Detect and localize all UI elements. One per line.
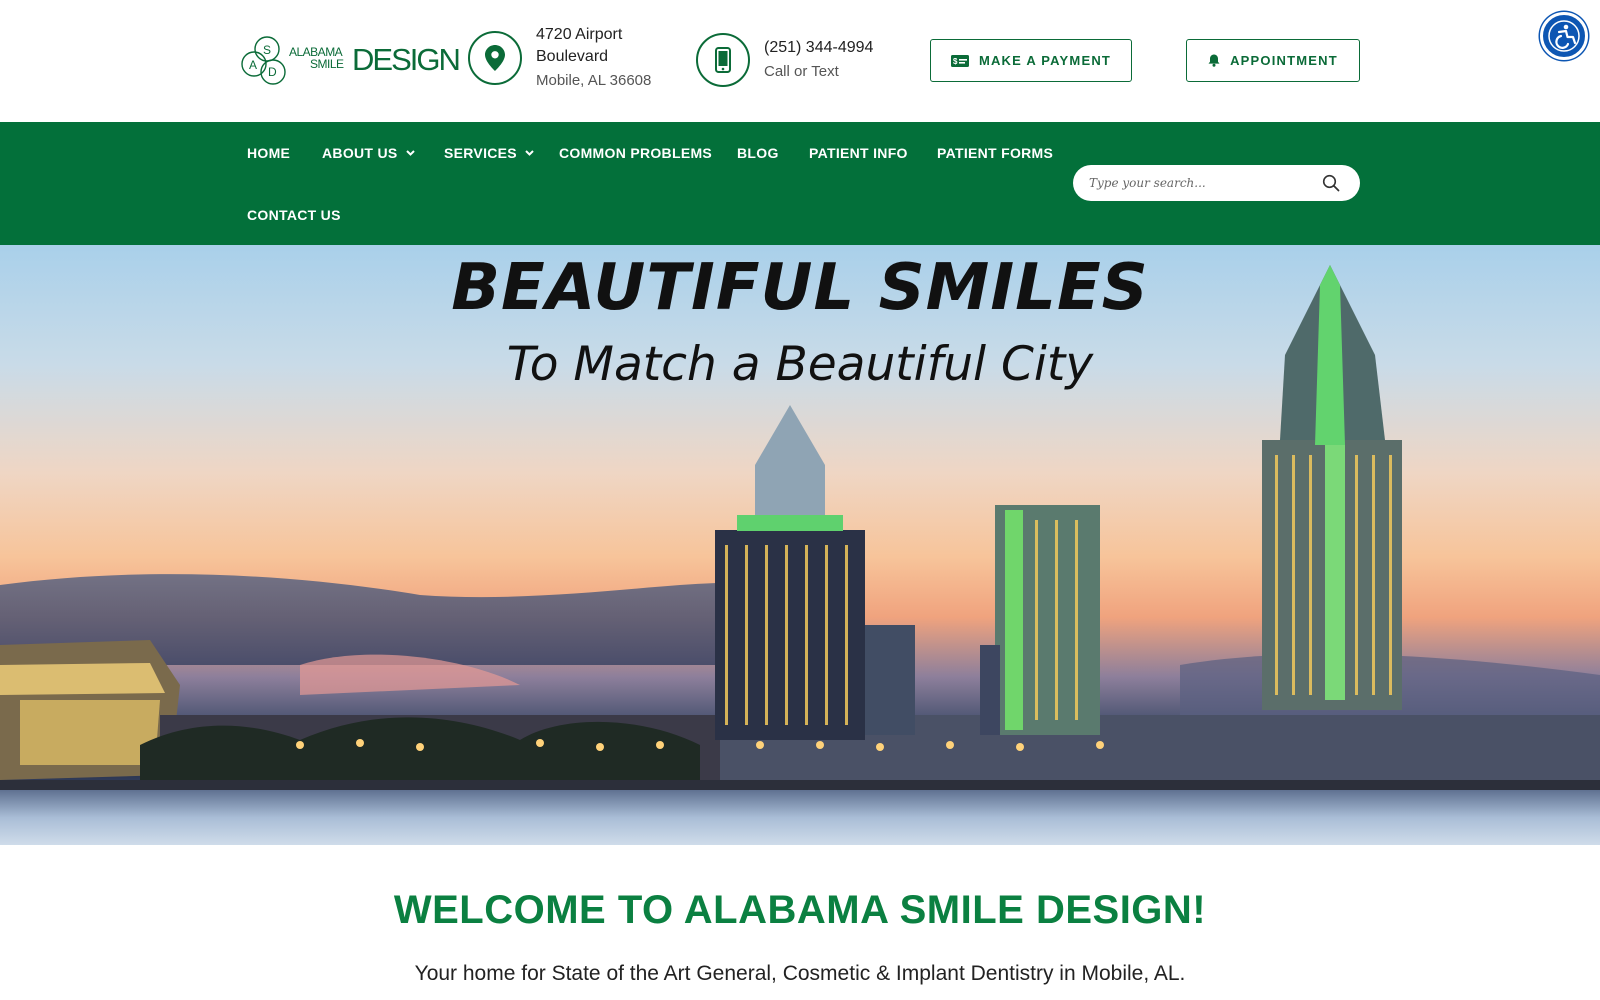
logo-word-design: DESIGN <box>352 42 461 77</box>
nav-services[interactable]: SERVICES <box>444 145 534 161</box>
appointment-button[interactable]: APPOINTMENT <box>1186 39 1360 82</box>
nav-contact-us-label: CONTACT US <box>247 207 341 223</box>
payment-card-icon: $ <box>950 54 969 67</box>
appointment-label: APPOINTMENT <box>1230 53 1338 68</box>
make-payment-button[interactable]: $ MAKE A PAYMENT <box>930 39 1132 82</box>
svg-text:$: $ <box>953 57 959 66</box>
search-bar <box>1073 165 1360 201</box>
nav-services-label: SERVICES <box>444 145 517 161</box>
hero-subtitle: To Match a Beautiful City <box>506 337 1094 392</box>
map-pin-icon <box>468 31 522 85</box>
nav-home-label: HOME <box>247 145 291 161</box>
search-icon[interactable] <box>1322 174 1340 196</box>
nav-patient-info-label: PATIENT INFO <box>809 145 908 161</box>
site-header: S A D ALABAMA SMILE DESIGN 4720 Airport … <box>0 0 1600 122</box>
address-city: Mobile, AL 36608 <box>536 72 652 89</box>
nav-common-problems-label: COMMON PROBLEMS <box>559 145 713 161</box>
nav-patient-info[interactable]: PATIENT INFO <box>809 145 908 161</box>
hero-title: BEAUTIFUL SMILES <box>451 251 1149 325</box>
nav-about-us-label: ABOUT US <box>322 145 398 161</box>
chevron-down-icon <box>525 150 534 156</box>
mobile-phone-icon <box>696 33 750 87</box>
nav-contact-us[interactable]: CONTACT US <box>247 207 341 223</box>
nav-common-problems[interactable]: COMMON PROBLEMS <box>559 145 712 161</box>
logo-circles-icon: S A D <box>241 36 286 85</box>
bell-icon <box>1208 54 1220 67</box>
hero-banner: BEAUTIFUL SMILES To Match a Beautiful Ci… <box>0 245 1600 845</box>
welcome-text: Your home for State of the Art General, … <box>414 962 1186 985</box>
accessibility-icon[interactable] <box>1540 12 1588 60</box>
search-input[interactable] <box>1089 176 1309 190</box>
logo-letter-a: A <box>249 58 257 72</box>
welcome-heading: WELCOME TO ALABAMA SMILE DESIGN! <box>393 888 1207 932</box>
main-navigation <box>0 122 1600 245</box>
city-skyline-image <box>0 265 1600 845</box>
chevron-down-icon <box>405 150 415 156</box>
nav-home[interactable]: HOME <box>247 145 290 161</box>
logo-letter-s: S <box>263 43 271 57</box>
nav-patient-forms-label: PATIENT FORMS <box>937 145 1054 161</box>
nav-patient-forms[interactable]: PATIENT FORMS <box>937 145 1053 161</box>
phone-caption: Call or Text <box>764 63 839 80</box>
nav-blog[interactable]: BLOG <box>737 145 779 161</box>
address-street: 4720 Airport Boulevard <box>536 26 623 65</box>
nav-about-us[interactable]: ABOUT US <box>322 145 415 161</box>
logo-word-smile: SMILE <box>310 57 344 71</box>
phone-block[interactable]: (251) 344-4994 Call or Text <box>696 33 873 87</box>
nav-blog-label: BLOG <box>737 145 779 161</box>
make-payment-label: MAKE A PAYMENT <box>978 53 1112 68</box>
address-block[interactable]: 4720 Airport Boulevard Mobile, AL 36608 <box>468 24 651 92</box>
logo-letter-d: D <box>268 65 277 79</box>
site-logo[interactable]: S A D ALABAMA SMILE DESIGN <box>240 36 461 88</box>
phone-number: (251) 344-4994 <box>764 39 874 56</box>
